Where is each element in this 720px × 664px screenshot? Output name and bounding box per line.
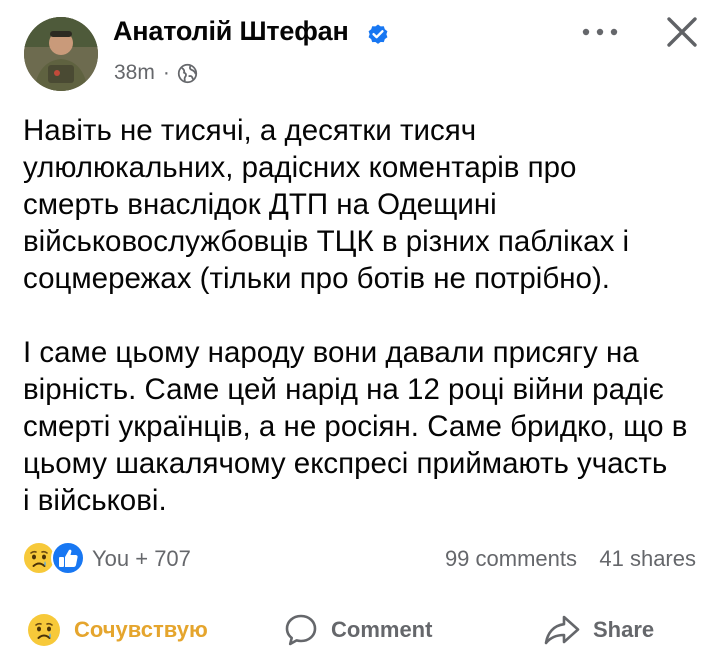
comment-bubble-icon [285, 614, 317, 646]
post-time[interactable]: 38m [114, 61, 155, 85]
shares-count[interactable]: 41 shares [599, 546, 696, 572]
sad-face-icon [22, 541, 56, 575]
verified-badge-icon [368, 24, 388, 44]
author-avatar[interactable] [24, 17, 98, 91]
post-line: смерть внаслідок ДТП на Одещині [23, 188, 497, 221]
sad-face-icon [28, 614, 60, 646]
more-dots-icon[interactable] [580, 22, 620, 42]
post-header: Анатолій Штефан 38m · [0, 0, 720, 100]
globe-icon[interactable] [177, 63, 198, 84]
close-icon[interactable] [664, 14, 700, 50]
post-line: Навіть не тисячі, а десятки тисяч [23, 114, 477, 147]
post-actions: Сочувствую Comment Share [0, 602, 720, 658]
post-line: І саме цьому народу вони давали присягу … [23, 336, 639, 369]
comments-count[interactable]: 99 comments [445, 546, 577, 572]
share-button[interactable]: Share [543, 608, 654, 652]
comment-button-label: Comment [331, 617, 433, 642]
comment-button[interactable]: Comment [283, 608, 432, 652]
like-thumb-icon [51, 541, 85, 575]
post-line: вірність. Саме цей нарід на 12 році війн… [23, 373, 664, 406]
post-line: улюлюкальних, радісних коментарів про [23, 151, 577, 184]
reaction-icons[interactable] [21, 540, 87, 576]
reaction-count[interactable]: You + 707 [92, 546, 191, 572]
reactions-summary: You + 707 99 comments 41 shares [0, 538, 720, 578]
post-line: цьому шакалячому експресі приймають учас… [23, 447, 668, 480]
meta-separator: · [162, 61, 170, 84]
post-line: соцмережах (тільки про ботів не потрібно… [23, 262, 610, 295]
post-line: військовослужбовців ТЦК в різних пабліка… [23, 225, 630, 258]
author-name[interactable]: Анатолій Штефан [113, 16, 349, 47]
react-button-label: Сочувствую [74, 617, 208, 642]
post-line: і військові. [23, 484, 167, 517]
post-line: смерті українців, а не росіян. Саме брид… [23, 410, 688, 443]
post-meta: 38m · [114, 61, 198, 85]
share-button-label: Share [593, 617, 655, 642]
react-button[interactable]: Сочувствую [26, 608, 208, 652]
share-arrow-icon [544, 615, 580, 645]
post-body: Навіть не тисячі, а десятки тисяч улюлюк… [23, 112, 703, 519]
